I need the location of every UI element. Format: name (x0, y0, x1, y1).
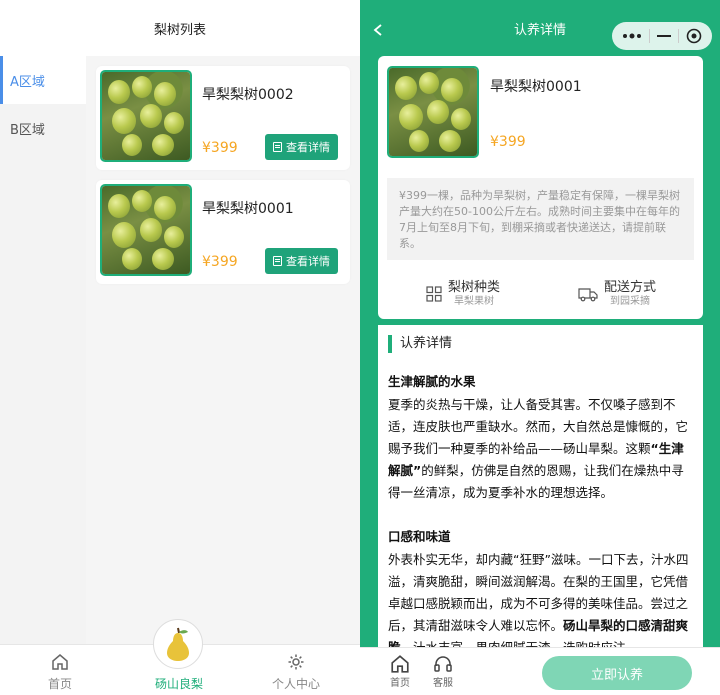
customer-service-button[interactable]: 客服 (425, 654, 461, 689)
minimize-icon[interactable] (656, 34, 671, 38)
page-title: 认养详情 (513, 22, 566, 38)
delivery-title: 配送方式 (604, 280, 657, 295)
delivery-info: 配送方式 到园采摘 (578, 280, 656, 308)
adopt-now-button[interactable]: 立即认养 (542, 656, 692, 690)
tree-type-info: 梨树种类 旱梨果树 (426, 280, 500, 308)
tree-type-title: 梨树种类 (448, 280, 501, 295)
left-header: 梨树列表 (0, 0, 360, 56)
article-heading: 生津解腻的水果 (388, 374, 476, 389)
tab-pear[interactable]: 砀山良梨 (124, 645, 234, 695)
mini-program-capsule (612, 22, 712, 50)
page-title: 梨树列表 (153, 22, 206, 38)
tree-list: 旱梨梨树0002 ¥399 查看详情 旱梨梨树0001 ¥399 查看详情 (86, 56, 360, 644)
article-paragraph: 外表朴实无华，却内藏“狂野”滋味。一口下去，汁水四溢，清爽脆甜，瞬间滋润解渴。在… (388, 552, 689, 655)
tree-name: 旱梨梨树0002 (202, 87, 294, 103)
tab-home-label: 首页 (47, 677, 72, 691)
home-icon (391, 655, 409, 673)
back-arrow-icon[interactable] (372, 24, 384, 36)
tree-thumbnail (387, 66, 479, 158)
document-icon (273, 256, 282, 266)
bottom-tabbar: 首页 砀山良梨 个人中心 (0, 619, 360, 695)
tab-profile[interactable]: 个人中心 (241, 645, 351, 695)
category-item-a[interactable]: A区域 (0, 56, 86, 104)
truck-icon (578, 288, 598, 302)
tree-card[interactable]: 旱梨梨树0001 ¥399 查看详情 (96, 180, 350, 284)
grid-icon (426, 286, 442, 302)
tree-description: ¥399一棵，品种为旱梨树，产量稳定有保障，一棵旱梨树产量大约在50-100公斤… (387, 178, 694, 260)
document-icon (273, 142, 282, 152)
tree-detail-card: 旱梨梨树0001 ¥399 ¥399一棵，品种为旱梨树，产量稳定有保障，一棵旱梨… (378, 56, 703, 319)
tree-name: 旱梨梨树0001 (490, 79, 582, 95)
tree-card[interactable]: 旱梨梨树0002 ¥399 查看详情 (96, 66, 350, 170)
close-target-icon[interactable] (686, 28, 702, 44)
view-details-button[interactable]: 查看详情 (265, 134, 338, 160)
adoption-article: 认养详情 生津解腻的水果 夏季的炎热与干燥，让人备受其害。不仅嗓子感到不适，连皮… (378, 325, 703, 695)
view-details-label: 查看详情 (286, 141, 330, 154)
tree-thumbnail (100, 184, 192, 276)
tab-profile-label: 个人中心 (271, 677, 320, 691)
tree-type-value: 旱梨果树 (454, 296, 494, 307)
gear-icon (288, 654, 304, 670)
more-options-icon[interactable] (622, 32, 642, 40)
view-details-label: 查看详情 (286, 255, 330, 268)
tree-list-screen: 梨树列表 A区域 B区域 旱梨梨树0002 ¥399 查看详情 旱梨梨树0001… (0, 0, 360, 695)
article-paragraph: 夏季的炎热与干燥，让人备受其害。不仅嗓子感到不适，连皮肤也严重缺水。然而，大自然… (388, 397, 689, 500)
article-heading: 口感和味道 (388, 529, 451, 544)
tree-price: ¥399 (202, 254, 238, 270)
category-item-b[interactable]: B区域 (0, 104, 86, 152)
tree-price: ¥399 (202, 140, 238, 156)
headset-icon (434, 656, 452, 672)
home-label: 首页 (390, 678, 410, 689)
adoption-detail-screen: 认养详情 旱梨梨树0001 ¥399 ¥399一棵，品种为旱梨树，产量稳定有保障 (360, 0, 720, 695)
delivery-value: 到园采摘 (610, 296, 650, 307)
tree-name: 旱梨梨树0001 (202, 201, 294, 217)
tree-thumbnail (100, 70, 192, 162)
home-icon (52, 654, 68, 670)
right-header: 认养详情 (360, 0, 720, 56)
section-title: 认养详情 (388, 335, 693, 353)
category-sidebar: A区域 B区域 (0, 56, 86, 644)
service-label: 客服 (433, 678, 453, 689)
view-details-button[interactable]: 查看详情 (265, 248, 338, 274)
tree-price: ¥399 (490, 134, 526, 150)
tab-home[interactable]: 首页 (5, 645, 115, 695)
action-bar: 首页 客服 立即认养 (360, 647, 720, 695)
left-body: A区域 B区域 旱梨梨树0002 ¥399 查看详情 旱梨梨树0001 ¥399… (0, 56, 360, 644)
tab-pear-label: 砀山良梨 (154, 677, 203, 691)
home-button[interactable]: 首页 (382, 654, 418, 689)
